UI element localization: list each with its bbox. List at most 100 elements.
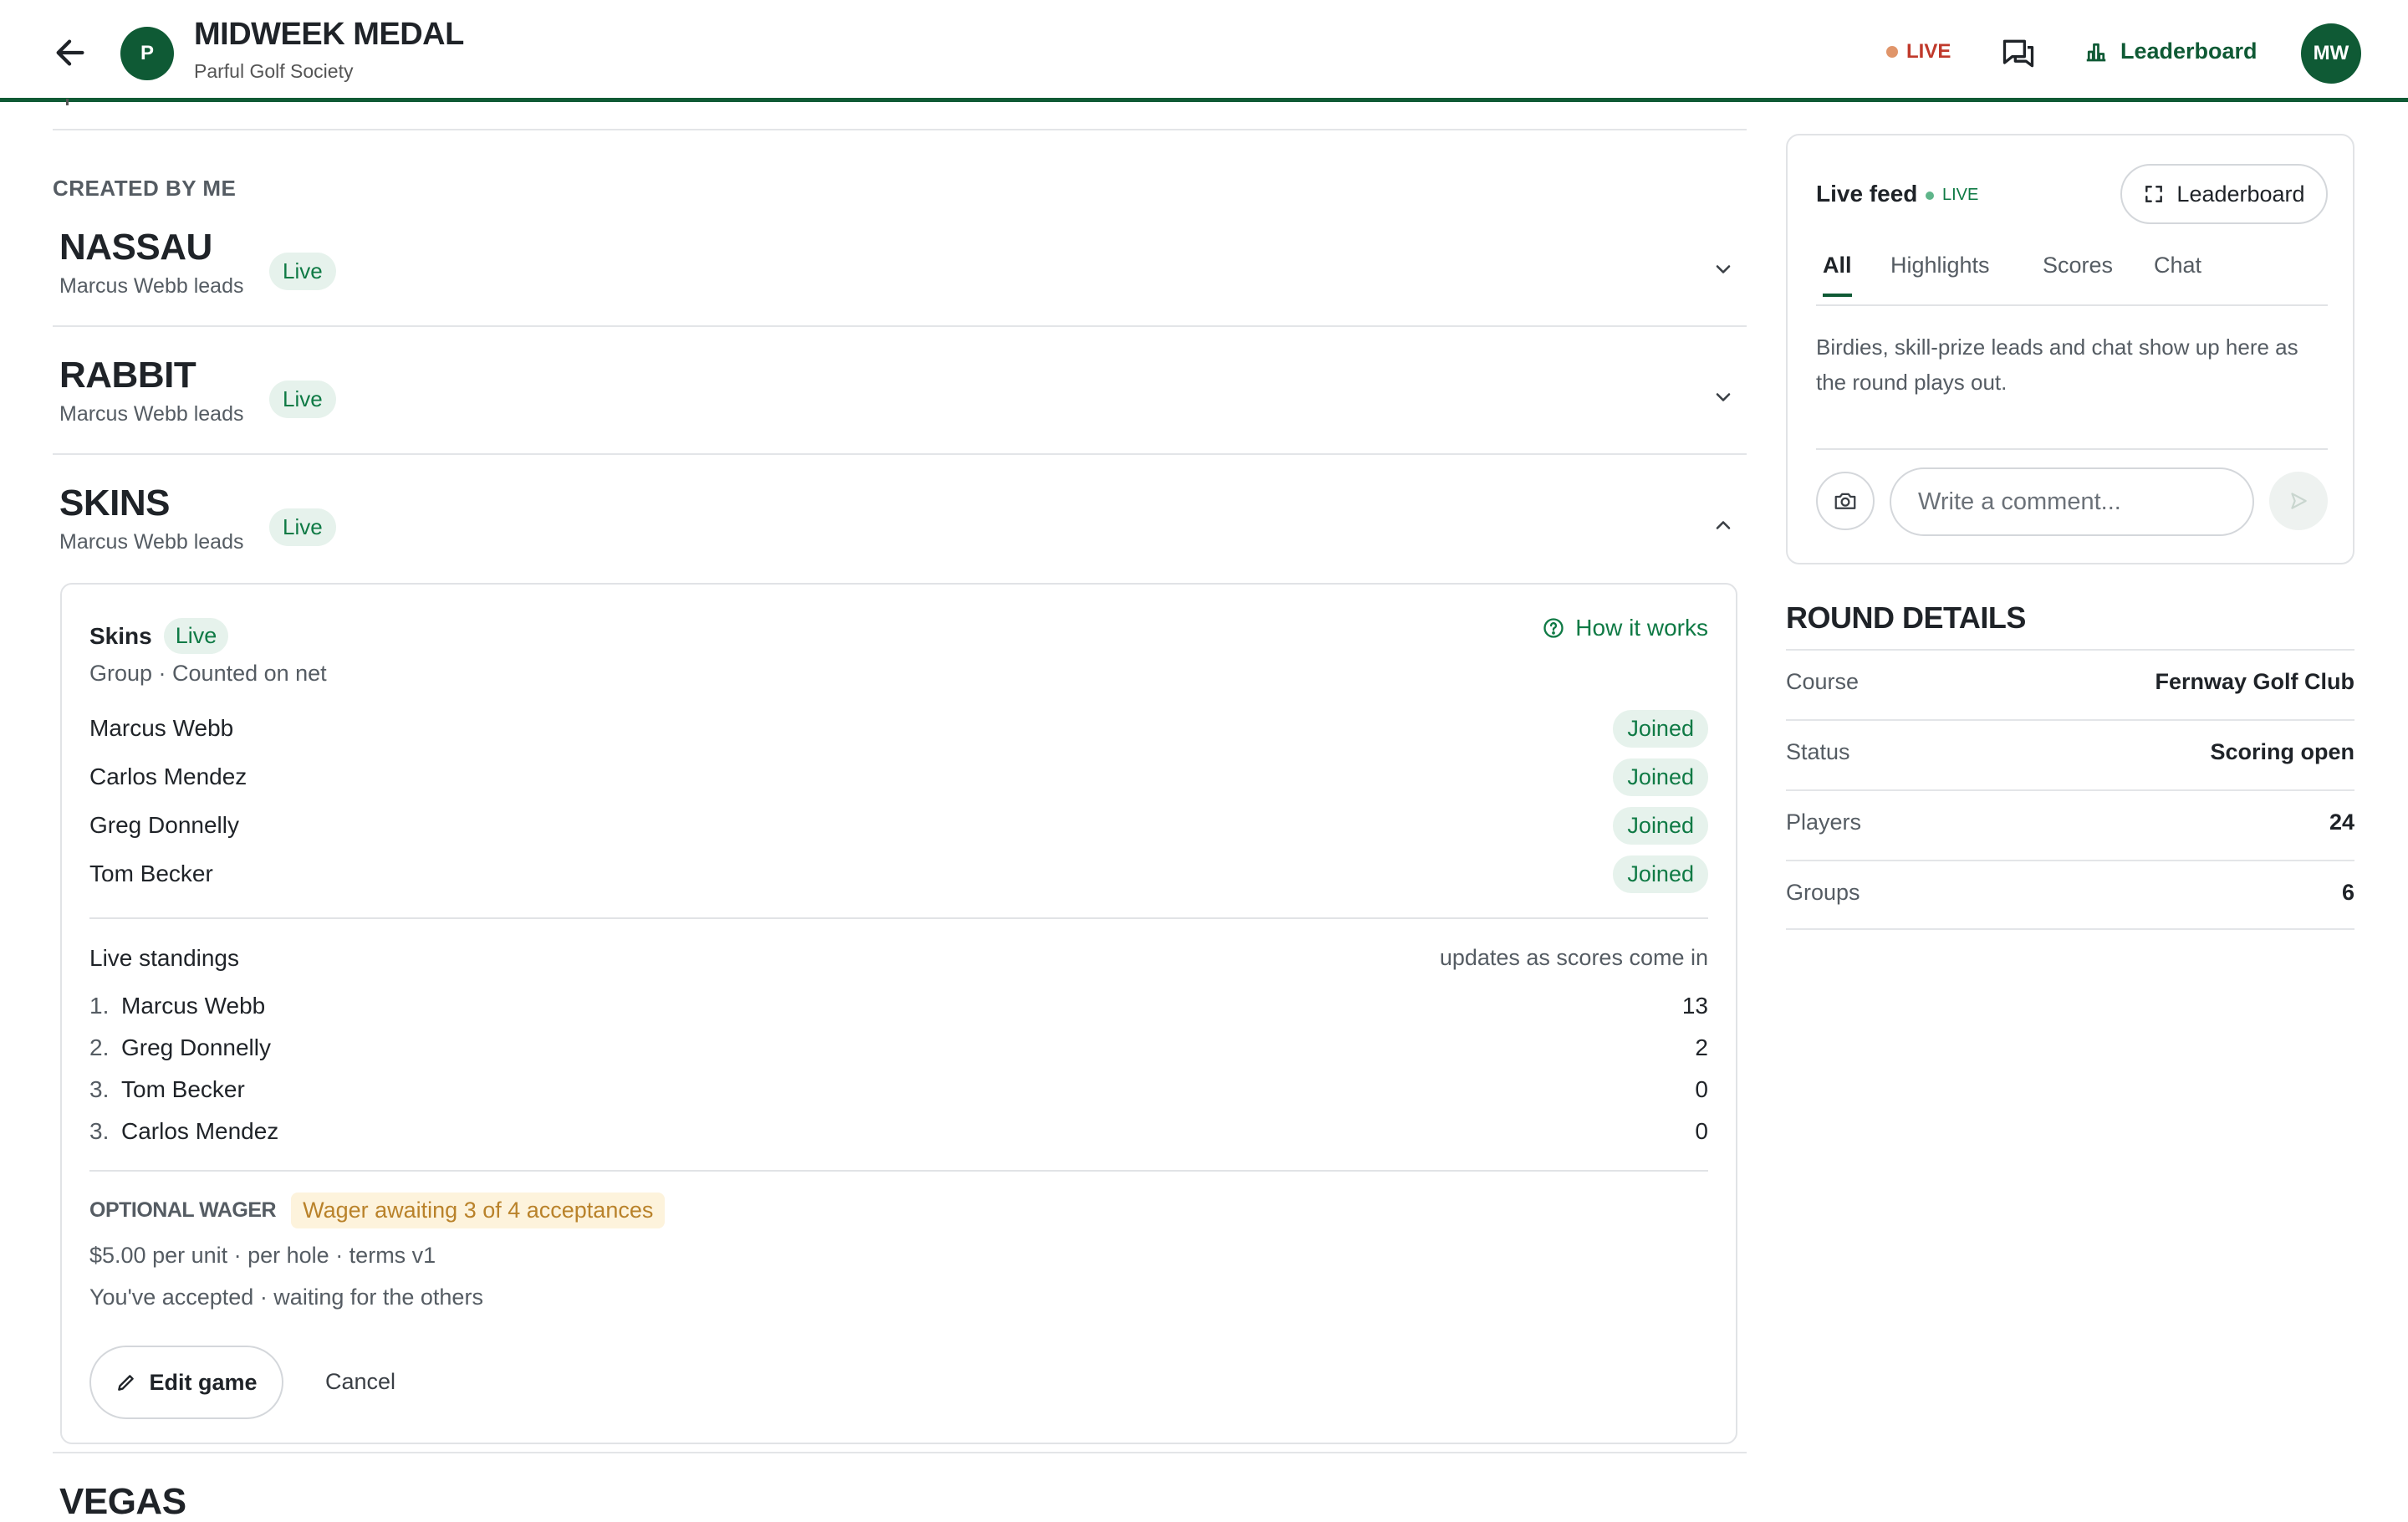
back-button[interactable] (52, 33, 90, 72)
header-leaderboard-label: Leaderboard (2120, 38, 2258, 64)
standing-row: 3. Tom Becker 0 (89, 1076, 1708, 1103)
tab-all[interactable]: All (1823, 253, 1852, 297)
standings-note: updates as scores come in (1439, 945, 1708, 970)
standing-rank: 3. (89, 1076, 110, 1102)
divider (89, 917, 1708, 919)
standing-name: Marcus Webb (121, 993, 266, 1019)
standing-row: 1. Marcus Webb 13 (89, 993, 1708, 1019)
avatar-initials: MW (2313, 42, 2349, 64)
comment-input[interactable] (1890, 467, 2254, 536)
standing-value: 0 (1695, 1076, 1708, 1102)
skins-game-card: Skins Live How it works Group · Counted … (60, 583, 1737, 1444)
game-leader: Marcus Webb leads (59, 274, 244, 298)
detail-label: Course (1786, 669, 1860, 694)
feed-leaderboard-label: Leaderboard (2176, 181, 2305, 207)
divider (53, 325, 1747, 327)
game-name: SKINS (59, 483, 170, 524)
status-badge: Live (269, 508, 336, 546)
tab-highlights[interactable]: Highlights (1890, 253, 1990, 294)
cancel-button[interactable]: Cancel (325, 1369, 395, 1395)
standing-value: 2 (1695, 1034, 1708, 1060)
top-bar: P MIDWEEK MEDAL Parful Golf Society LIVE… (0, 0, 2408, 102)
header-leaderboard-link[interactable]: Leaderboard (2084, 38, 2258, 64)
game-name: VEGAS (59, 1481, 186, 1522)
participant-name: Marcus Webb (89, 715, 234, 741)
card-meta: Group · Counted on net (89, 661, 327, 686)
feed-tabs: All Highlights Scores Chat (1816, 253, 2328, 306)
how-it-works-label: How it works (1575, 615, 1708, 641)
standing-name: Tom Becker (121, 1076, 245, 1102)
detail-value: 6 (2341, 880, 2354, 905)
detail-label: Groups (1786, 880, 1860, 905)
game-name: RABBIT (59, 355, 196, 396)
game-leader: Marcus Webb leads (59, 402, 244, 426)
joined-badge: Joined (1613, 807, 1708, 845)
feed-leaderboard-button[interactable]: Leaderboard (2120, 164, 2328, 224)
participant-row: Carlos Mendez Joined (89, 758, 1708, 796)
feed-live-indicator: LIVE (1926, 186, 1978, 205)
round-detail-row: Players 24 (1786, 789, 2354, 860)
round-detail-row: Status Scoring open (1786, 719, 2354, 789)
divider (1816, 448, 2328, 450)
live-feed-panel: Live feed LIVE Leaderboard All Highlight… (1786, 134, 2354, 564)
game-leader: Marcus Webb leads (59, 530, 244, 554)
standing-value: 13 (1681, 993, 1708, 1019)
wager-status-badge: Wager awaiting 3 of 4 acceptances (291, 1193, 666, 1228)
participant-name: Carlos Mendez (89, 764, 247, 789)
standing-name: Greg Donnelly (121, 1034, 271, 1060)
edit-game-button[interactable]: Edit game (89, 1346, 283, 1419)
feed-live-label: LIVE (1942, 186, 1979, 204)
tab-scores[interactable]: Scores (2043, 253, 2113, 294)
wager-terms: $5.00 per unit · per hole · terms v1 (89, 1243, 436, 1268)
live-indicator: LIVE (1886, 40, 1951, 64)
send-button[interactable] (2269, 472, 2328, 530)
standings-title: Live standings (89, 945, 240, 971)
send-icon (2291, 493, 2307, 509)
detail-value: 24 (2329, 810, 2354, 835)
tab-chat[interactable]: Chat (2154, 253, 2201, 294)
back-arrow-icon (56, 39, 84, 66)
live-dot-icon (1886, 46, 1898, 58)
chevron-up-icon[interactable] (1712, 513, 1735, 537)
standing-rank: 3. (89, 1118, 110, 1144)
logo-initial: P (140, 42, 154, 64)
standing-rank: 1. (89, 993, 110, 1019)
camera-icon (1834, 493, 1856, 509)
wager-label: OPTIONAL WAGER (89, 1198, 277, 1222)
game-name: NASSAU (59, 227, 212, 268)
user-avatar[interactable]: MW (2301, 23, 2361, 84)
joined-badge: Joined (1613, 855, 1708, 893)
chevron-down-icon[interactable] (1712, 258, 1735, 281)
scroll-remnant (66, 99, 69, 105)
live-dot-icon (1926, 191, 1934, 200)
participant-name: Tom Becker (89, 861, 213, 886)
how-it-works-link[interactable]: How it works (1542, 615, 1708, 641)
feed-title: Live feed (1816, 181, 1918, 207)
chat-button[interactable] (2000, 35, 2037, 72)
participant-row: Marcus Webb Joined (89, 710, 1708, 748)
divider (53, 1452, 1747, 1453)
participant-row: Tom Becker Joined (89, 855, 1708, 893)
round-detail-row: Groups 6 (1786, 860, 2354, 930)
bar-chart-icon (2086, 43, 2106, 61)
divider (89, 1170, 1708, 1172)
detail-label: Status (1786, 739, 1850, 764)
pencil-icon (118, 1375, 135, 1391)
standing-rank: 2. (89, 1034, 110, 1060)
detail-value: Fernway Golf Club (2155, 669, 2354, 694)
status-badge: Live (269, 380, 336, 418)
detail-label: Players (1786, 810, 1862, 835)
round-details-title: ROUND DETAILS (1786, 600, 2026, 635)
society-logo: P (120, 27, 174, 80)
status-badge: Live (269, 253, 336, 290)
chat-icon (2002, 39, 2034, 68)
wager-acceptance-status: You've accepted · waiting for the others (89, 1285, 483, 1310)
chevron-down-icon[interactable] (1712, 386, 1735, 409)
joined-badge: Joined (1613, 758, 1708, 796)
standing-value: 0 (1695, 1118, 1708, 1144)
attach-photo-button[interactable] (1816, 472, 1875, 530)
edit-game-label: Edit game (149, 1369, 258, 1395)
standing-name: Carlos Mendez (121, 1118, 279, 1144)
page-subtitle: Parful Golf Society (194, 60, 354, 82)
participant-name: Greg Donnelly (89, 812, 239, 838)
